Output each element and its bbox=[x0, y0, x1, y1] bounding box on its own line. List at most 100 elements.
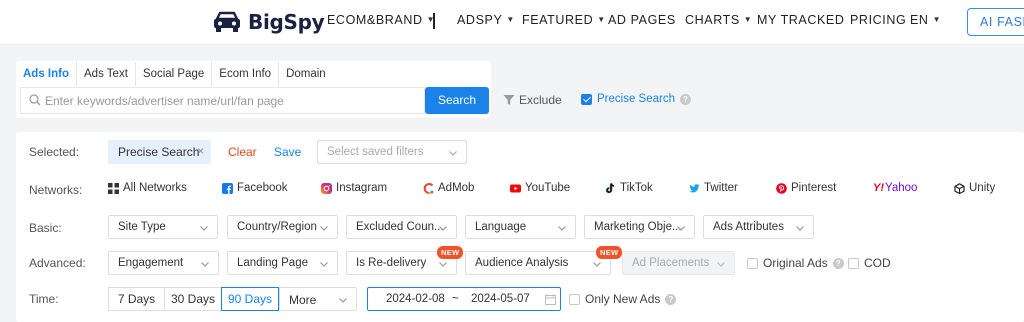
brand-logo[interactable]: BigSpy bbox=[212, 8, 325, 36]
language-select[interactable]: Language bbox=[465, 215, 576, 239]
network-instagram[interactable]: Instagram bbox=[321, 182, 387, 194]
search-icon bbox=[29, 94, 41, 106]
network-youtube[interactable]: YouTube bbox=[510, 182, 570, 194]
select-label: Marketing Obje... bbox=[594, 221, 682, 233]
nav-label: ECOM&BRAND bbox=[327, 13, 423, 27]
time-30-days-button[interactable]: 30 Days bbox=[165, 287, 222, 311]
clear-button[interactable]: Clear bbox=[228, 145, 257, 159]
nav-divider bbox=[433, 13, 435, 29]
ai-fashion-button[interactable]: AI FASH bbox=[967, 8, 1024, 36]
network-label: All Networks bbox=[123, 182, 187, 194]
end-date[interactable]: 2024-05-07 bbox=[471, 293, 530, 305]
nav-adspy[interactable]: ADSPY ▼ bbox=[457, 13, 515, 27]
precise-search-checkbox[interactable] bbox=[581, 93, 592, 105]
nav-label: ADSPY bbox=[457, 13, 503, 27]
engagement-select[interactable]: Engagement bbox=[108, 251, 219, 275]
select-label: Language bbox=[475, 221, 527, 233]
network-label: Instagram bbox=[336, 182, 388, 194]
tab-domain[interactable]: Domain bbox=[279, 62, 333, 86]
chip-label: Precise Search bbox=[118, 145, 200, 159]
nav-charts[interactable]: CHARTS ▼ bbox=[685, 13, 752, 27]
excluded-country-select[interactable]: Excluded Coun... bbox=[346, 215, 457, 239]
select-label: Excluded Coun... bbox=[356, 221, 444, 233]
twitter-icon bbox=[689, 183, 700, 192]
network-label: AdMob bbox=[438, 182, 475, 194]
checkbox-label: Only New Ads bbox=[585, 292, 661, 306]
checkbox[interactable] bbox=[848, 257, 859, 269]
site-type-select[interactable]: Site Type bbox=[108, 215, 218, 239]
exclude-toggle[interactable]: Exclude bbox=[503, 93, 562, 107]
save-button[interactable]: Save bbox=[274, 145, 301, 159]
saved-filters-select[interactable]: Select saved filters bbox=[317, 140, 467, 164]
original-ads-checkbox[interactable]: Original Ads ? bbox=[747, 256, 844, 270]
search-input[interactable] bbox=[45, 88, 421, 113]
network-admob[interactable]: AdMob bbox=[423, 182, 474, 194]
network-twitter[interactable]: Twitter bbox=[689, 182, 738, 194]
select-label: Landing Page bbox=[237, 257, 308, 269]
search-button[interactable]: Search bbox=[425, 87, 489, 114]
chevron-down-icon bbox=[593, 262, 601, 267]
close-icon[interactable]: × bbox=[197, 144, 204, 158]
date-range-picker[interactable]: 2024-02-08 ~ 2024-05-07 bbox=[367, 287, 561, 311]
ads-attributes-select[interactable]: Ads Attributes bbox=[703, 215, 814, 239]
network-label: YouTube bbox=[525, 182, 571, 194]
facebook-icon bbox=[222, 182, 233, 194]
marketing-objective-select[interactable]: Marketing Obje... bbox=[584, 215, 695, 239]
network-unity[interactable]: Unity bbox=[954, 182, 995, 194]
chevron-down-icon bbox=[320, 262, 328, 267]
grid-icon bbox=[108, 182, 119, 194]
new-badge: NEW bbox=[596, 246, 623, 259]
tab-ads-text[interactable]: Ads Text bbox=[77, 62, 136, 86]
nav-my-tracked[interactable]: MY TRACKED bbox=[757, 13, 845, 27]
tab-ads-info[interactable]: Ads Info bbox=[16, 62, 77, 86]
date-separator: ~ bbox=[452, 293, 459, 305]
search-tabs: Ads Info Ads Text Social Page Ecom Info … bbox=[16, 62, 333, 86]
select-placeholder: Select saved filters bbox=[327, 146, 424, 158]
start-date[interactable]: 2024-02-08 bbox=[386, 293, 445, 305]
help-icon[interactable]: ? bbox=[832, 257, 844, 269]
only-new-ads-checkbox[interactable]: Only New Ads ? bbox=[569, 292, 677, 306]
chevron-down-icon bbox=[796, 226, 804, 231]
tab-ecom-info[interactable]: Ecom Info bbox=[212, 62, 280, 86]
network-all[interactable]: All Networks bbox=[108, 182, 187, 194]
country-region-select[interactable]: Country/Region bbox=[227, 215, 338, 239]
select-label: Ad Placements bbox=[632, 257, 710, 269]
checkbox[interactable] bbox=[569, 293, 580, 305]
youtube-icon bbox=[510, 184, 521, 192]
nav-ad-pages[interactable]: AD PAGES bbox=[608, 13, 676, 27]
cod-checkbox[interactable]: COD bbox=[848, 256, 891, 270]
time-90-days-button[interactable]: 90 Days bbox=[221, 287, 279, 311]
time-more-select[interactable]: More bbox=[279, 287, 357, 311]
network-yahoo[interactable]: Y! Yahoo bbox=[873, 182, 917, 194]
help-icon[interactable]: ? bbox=[665, 293, 677, 305]
select-label: Country/Region bbox=[237, 221, 317, 233]
caret-down-icon: ▼ bbox=[597, 15, 606, 24]
landing-page-select[interactable]: Landing Page bbox=[227, 251, 338, 275]
checkbox-label: Original Ads bbox=[763, 256, 828, 270]
network-facebook[interactable]: Facebook bbox=[222, 182, 288, 194]
nav-ecom-brand[interactable]: ECOM&BRAND ▼ bbox=[327, 13, 435, 27]
time-label: Time: bbox=[29, 292, 59, 306]
caret-down-icon: ▼ bbox=[743, 15, 753, 24]
nav-language[interactable]: EN ▼ bbox=[910, 13, 941, 27]
precise-search-toggle[interactable]: Precise Search ? bbox=[581, 93, 691, 105]
networks-label: Networks: bbox=[29, 183, 83, 197]
instagram-icon bbox=[321, 182, 332, 194]
time-7-days-button[interactable]: 7 Days bbox=[108, 287, 165, 311]
selected-filter-chip: Precise Search × bbox=[108, 140, 211, 164]
chevron-down-icon bbox=[320, 226, 328, 231]
audience-analysis-select[interactable]: Audience Analysis bbox=[465, 251, 611, 275]
nav-label: AD PAGES bbox=[608, 13, 676, 27]
brand-name: BigSpy bbox=[248, 10, 325, 34]
ad-placements-select: Ad Placements bbox=[622, 251, 735, 275]
network-pinterest[interactable]: Pinterest bbox=[776, 182, 836, 194]
network-tiktok[interactable]: TikTok bbox=[605, 182, 653, 194]
top-header: BigSpy ECOM&BRAND ▼ ADSPY ▼ FEATURED ▼ AD P… bbox=[0, 0, 1024, 45]
network-label: Twitter bbox=[704, 182, 738, 194]
nav-featured[interactable]: FEATURED ▼ bbox=[522, 13, 606, 27]
help-icon[interactable]: ? bbox=[679, 93, 691, 105]
tab-social-page[interactable]: Social Page bbox=[136, 62, 213, 86]
nav-pricing[interactable]: PRICING bbox=[850, 13, 906, 27]
select-label: Is Re-delivery bbox=[356, 257, 427, 269]
checkbox[interactable] bbox=[747, 257, 758, 269]
